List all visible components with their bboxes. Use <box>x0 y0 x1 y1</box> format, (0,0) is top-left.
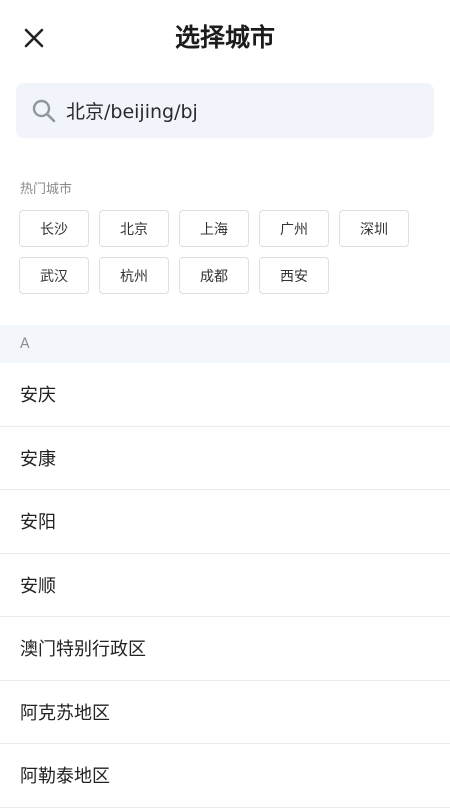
hot-city-chip[interactable]: 杭州 <box>99 257 169 294</box>
header: 选择城市 <box>0 0 450 72</box>
hot-city-chip[interactable]: 深圳 <box>339 210 409 247</box>
city-list-item[interactable]: 安庆 <box>0 363 450 427</box>
city-list-item[interactable]: 阿克苏地区 <box>0 681 450 744</box>
search-input[interactable] <box>66 90 406 131</box>
hot-city-chip[interactable]: 长沙 <box>19 210 89 247</box>
city-list-item[interactable]: 安阳 <box>0 490 450 554</box>
city-list-item[interactable]: 阿勒泰地区 <box>0 744 450 808</box>
city-list: 安庆 安康 安阳 安顺 澳门特别行政区 阿克苏地区 阿勒泰地区 <box>0 363 450 808</box>
hot-city-chip[interactable]: 西安 <box>259 257 329 294</box>
hot-city-chip[interactable]: 上海 <box>179 210 249 247</box>
hot-cities-grid: 长沙 北京 上海 广州 深圳 武汉 杭州 成都 西安 <box>19 210 419 294</box>
city-list-item[interactable]: 安康 <box>0 427 450 490</box>
city-list-item[interactable]: 澳门特别行政区 <box>0 617 450 681</box>
city-list-item[interactable]: 安顺 <box>0 554 450 617</box>
hot-city-chip[interactable]: 武汉 <box>19 257 89 294</box>
section-header-letter: A <box>0 325 450 363</box>
search-box[interactable] <box>16 83 434 138</box>
hot-cities-title: 热门城市 <box>20 182 73 197</box>
page-title: 选择城市 <box>174 23 275 52</box>
hot-city-chip[interactable]: 广州 <box>259 210 329 247</box>
hot-city-chip[interactable]: 北京 <box>99 210 169 247</box>
hot-city-chip[interactable]: 成都 <box>179 257 249 294</box>
search-icon <box>30 97 58 125</box>
